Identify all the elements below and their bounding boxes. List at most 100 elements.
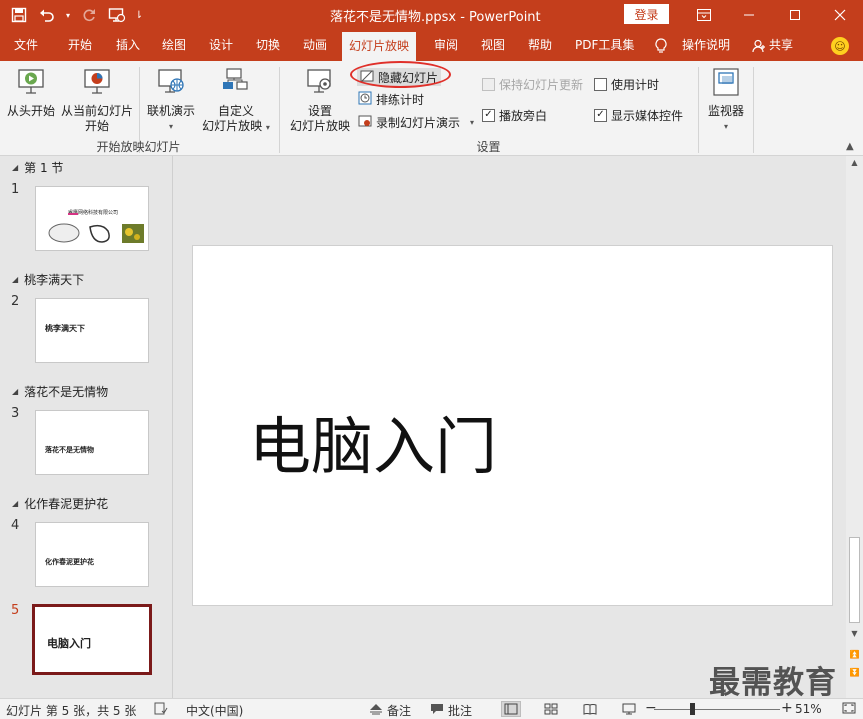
slide-thumbnail-5-selected[interactable]: 电脑入门	[32, 604, 152, 675]
lightbulb-icon	[655, 30, 667, 61]
play-narrations-label: 播放旁白	[499, 108, 548, 123]
maximize-icon[interactable]	[772, 0, 818, 30]
record-slideshow-button[interactable]: 录制幻灯片演示 ▾	[358, 113, 474, 131]
zoom-out-icon[interactable]: −	[645, 700, 657, 716]
slide-title-text[interactable]: 电脑入门	[249, 396, 497, 486]
use-timings-checkbox[interactable]: 使用计时	[594, 75, 659, 93]
redo-icon	[78, 5, 100, 25]
tab-transitions[interactable]: 切换	[256, 30, 280, 61]
ribbon-display-options-icon[interactable]	[681, 0, 727, 30]
document-title: 落花不是无情物.ppsx - PowerPoint	[330, 10, 541, 25]
section-collapse-icon[interactable]: ◢	[12, 163, 18, 172]
current-slide[interactable]: 电脑入门	[192, 245, 833, 606]
previous-slide-icon[interactable]: ⏫	[846, 648, 863, 662]
customize-qat-icon[interactable]: ⇂	[134, 5, 144, 25]
vertical-scrollbar[interactable]: ▲ ▼ ⏫ ⏬	[846, 156, 863, 698]
show-media-controls-check-icon[interactable]: ✓	[594, 108, 607, 122]
undo-icon[interactable]	[36, 5, 58, 25]
slide-sorter-view-icon[interactable]	[541, 701, 561, 717]
zoom-slider-knob[interactable]	[690, 703, 695, 715]
custom-slideshow-dropdown-icon[interactable]: ▾	[266, 123, 270, 132]
present-online-button[interactable]: 联机演示 ▾	[144, 67, 198, 134]
share-button[interactable]: 共享	[769, 30, 793, 61]
feedback-smiley-icon[interactable]: ☺	[831, 37, 849, 55]
present-online-label: 联机演示	[146, 104, 195, 118]
tab-review[interactable]: 审阅	[434, 30, 458, 61]
rehearse-timings-button[interactable]: 排练计时	[358, 90, 424, 108]
tab-file[interactable]: 文件	[14, 30, 38, 61]
tab-help[interactable]: 帮助	[528, 30, 552, 61]
play-narrations-checkbox[interactable]: ✓ 播放旁白	[482, 106, 547, 124]
custom-slideshow-label-1: 自定义	[217, 104, 254, 118]
record-dropdown-icon[interactable]: ▾	[470, 118, 474, 127]
monitor-label: 监视器	[707, 104, 744, 118]
slide-thumbnail-4[interactable]: 化作春泥更护花	[35, 522, 149, 587]
fit-to-window-icon[interactable]	[842, 702, 856, 714]
comments-button[interactable]: 批注	[430, 702, 472, 719]
ribbon-group-separator	[753, 67, 754, 153]
from-current-slide-button[interactable]: 从当前幻灯片 开始	[60, 67, 134, 134]
section-collapse-icon[interactable]: ◢	[12, 275, 18, 284]
section-header-4[interactable]: ◢ 化作春泥更护花	[12, 495, 108, 512]
zoom-level[interactable]: 51%	[795, 702, 822, 716]
tab-insert[interactable]: 插入	[116, 30, 140, 61]
tab-view[interactable]: 视图	[481, 30, 505, 61]
tab-slideshow[interactable]: 幻灯片放映	[342, 32, 417, 61]
monitor-button[interactable]: 监视器 ▾	[704, 67, 748, 134]
tab-draw[interactable]: 绘图	[162, 30, 186, 61]
section-header-3[interactable]: ◢ 落花不是无情物	[12, 383, 108, 400]
zoom-slider-track[interactable]	[654, 709, 780, 710]
close-icon[interactable]	[817, 0, 863, 30]
next-slide-icon[interactable]: ⏬	[846, 666, 863, 680]
scrollbar-thumb[interactable]	[849, 537, 860, 623]
slide-thumbnail-3[interactable]: 落花不是无情物	[35, 410, 149, 475]
tab-design[interactable]: 设计	[209, 30, 233, 61]
notes-button[interactable]: 备注	[369, 702, 411, 719]
tab-animations[interactable]: 动画	[303, 30, 327, 61]
use-timings-checkbox-box[interactable]	[594, 77, 607, 91]
scroll-down-arrow-icon[interactable]: ▼	[846, 627, 863, 641]
save-icon[interactable]	[8, 5, 30, 25]
highlight-ellipse-annotation	[350, 61, 451, 88]
tell-me-search[interactable]: 操作说明	[682, 30, 730, 61]
section-collapse-icon[interactable]: ◢	[12, 387, 18, 396]
language-status[interactable]: 中文(中国)	[186, 702, 243, 719]
custom-slideshow-label-2: 幻灯片放映 ▾	[200, 119, 272, 135]
custom-slideshow-button[interactable]: 自定义 幻灯片放映 ▾	[200, 67, 272, 135]
spelling-check-icon[interactable]	[154, 702, 168, 715]
slide-count-status: 幻灯片 第 5 张，共 5 张	[6, 704, 137, 718]
slide-thumbnail-1[interactable]: 睿鹰网络科技有限公司	[35, 186, 149, 251]
comments-label: 批注	[448, 704, 473, 718]
undo-dropdown-icon[interactable]: ▾	[64, 5, 72, 25]
use-timings-label: 使用计时	[611, 77, 660, 92]
section-header-2[interactable]: ◢ 桃李满天下	[12, 271, 84, 288]
section-title: 桃李满天下	[24, 273, 85, 287]
keep-updated-checkbox-box	[482, 77, 495, 91]
slideshow-view-icon[interactable]	[619, 701, 639, 717]
tab-pdf-tools[interactable]: PDF工具集	[575, 30, 634, 61]
tab-home[interactable]: 开始	[68, 30, 92, 61]
minimize-icon[interactable]	[726, 0, 772, 30]
reading-view-icon[interactable]	[580, 701, 600, 717]
setup-label-1: 设置	[307, 104, 332, 118]
collapse-ribbon-icon[interactable]: ▲	[846, 141, 854, 152]
scroll-up-arrow-icon[interactable]: ▲	[846, 156, 863, 170]
watermark-text: 最需教育	[709, 665, 837, 701]
section-header-1[interactable]: ◢ 第 1 节	[12, 159, 63, 176]
play-narrations-check-icon[interactable]: ✓	[482, 108, 495, 122]
slideshow-from-start-icon[interactable]	[106, 5, 128, 25]
comments-icon	[430, 703, 444, 718]
ribbon-group-separator	[698, 67, 699, 153]
monitor-dropdown-icon[interactable]: ▾	[704, 119, 748, 134]
record-slideshow-label: 录制幻灯片演示	[376, 115, 461, 130]
normal-view-icon[interactable]	[501, 701, 521, 717]
from-beginning-button[interactable]: 从头开始	[6, 67, 56, 119]
zoom-in-icon[interactable]: +	[781, 700, 793, 716]
slide-thumbnail-2[interactable]: 桃李满天下	[35, 298, 149, 363]
section-collapse-icon[interactable]: ◢	[12, 499, 18, 508]
present-online-dropdown-icon[interactable]: ▾	[144, 119, 198, 134]
notes-icon	[369, 703, 383, 718]
show-media-controls-checkbox[interactable]: ✓ 显示媒体控件	[594, 106, 683, 124]
login-button[interactable]: 登录	[624, 4, 669, 24]
setup-slideshow-button[interactable]: 设置 幻灯片放映	[286, 67, 354, 134]
